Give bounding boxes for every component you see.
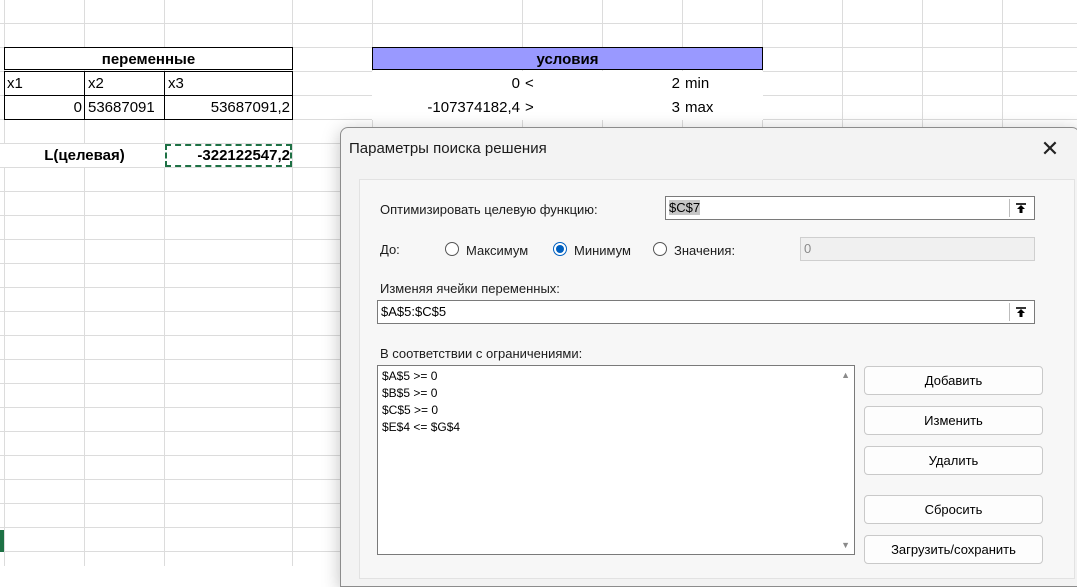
- var-label-x3[interactable]: x3: [165, 72, 292, 95]
- condition-sign[interactable]: >: [522, 96, 602, 119]
- constraint-item[interactable]: $B$5 >= 0: [378, 385, 854, 402]
- delete-button[interactable]: Удалить: [864, 446, 1043, 475]
- objective-cell-input[interactable]: $C$7: [665, 196, 1035, 220]
- collapse-dialog-button[interactable]: [1009, 303, 1032, 321]
- constraints-list[interactable]: $A$5 >= 0 $B$5 >= 0 $C$5 >= 0 $E$4 <= $G…: [377, 365, 855, 555]
- var-value-x2[interactable]: 53687091: [85, 96, 164, 119]
- upload-arrow-icon: [1016, 307, 1026, 317]
- radio-value-label[interactable]: Значения:: [674, 243, 735, 258]
- objective-field-label: Оптимизировать целевую функцию:: [380, 202, 598, 217]
- condition-label[interactable]: min: [682, 72, 762, 95]
- close-icon[interactable]: ✕: [1035, 136, 1065, 162]
- collapse-dialog-button[interactable]: [1009, 199, 1032, 217]
- radio-min[interactable]: [553, 242, 567, 256]
- conditions-header[interactable]: условия: [372, 47, 763, 70]
- constraints-label: В соответствии с ограничениями:: [380, 346, 583, 361]
- solver-dialog: Параметры поиска решения ✕ Оптимизироват…: [340, 127, 1077, 587]
- scroll-up-icon[interactable]: ▲: [841, 370, 850, 380]
- objective-cell-text: $C$7: [669, 200, 701, 215]
- dialog-title: Параметры поиска решения: [349, 140, 547, 157]
- add-button[interactable]: Добавить: [864, 366, 1043, 395]
- var-value-x1[interactable]: 0: [4, 96, 84, 119]
- condition-sign[interactable]: <: [522, 72, 602, 95]
- constraint-item[interactable]: $A$5 >= 0: [378, 368, 854, 385]
- var-label-x2[interactable]: x2: [85, 72, 164, 95]
- condition-bound[interactable]: 2: [602, 72, 682, 95]
- grid-line: [0, 23, 1077, 24]
- var-value-x3[interactable]: 53687091,2: [165, 96, 292, 119]
- to-label: До:: [380, 242, 400, 257]
- scroll-down-icon[interactable]: ▼: [841, 540, 850, 550]
- var-label-x1[interactable]: x1: [4, 72, 84, 95]
- load-save-button[interactable]: Загрузить/сохранить: [864, 535, 1043, 564]
- condition-bound[interactable]: 3: [602, 96, 682, 119]
- condition-value[interactable]: -107374182,4: [372, 96, 522, 119]
- radio-value[interactable]: [653, 242, 667, 256]
- condition-value[interactable]: 0: [372, 72, 522, 95]
- constraint-item[interactable]: $C$5 >= 0: [378, 402, 854, 419]
- objective-label[interactable]: L(целевая): [4, 144, 165, 167]
- condition-label[interactable]: max: [682, 96, 762, 119]
- changing-cells-input[interactable]: $A$5:$C$5: [377, 300, 1035, 324]
- radio-max-label[interactable]: Максимум: [466, 243, 528, 258]
- changing-cells-label: Изменяя ячейки переменных:: [380, 281, 560, 296]
- upload-arrow-icon: [1016, 203, 1026, 213]
- reset-button[interactable]: Сбросить: [864, 495, 1043, 524]
- variables-header[interactable]: переменные: [4, 47, 293, 70]
- changing-cells-text: $A$5:$C$5: [381, 304, 447, 319]
- row-selection-marker: [0, 530, 4, 552]
- dialog-panel: Оптимизировать целевую функцию: $C$7 До:…: [359, 179, 1075, 579]
- radio-max[interactable]: [445, 242, 459, 256]
- constraint-item[interactable]: $E$4 <= $G$4: [378, 419, 854, 436]
- copy-selection-marquee: [165, 144, 292, 167]
- radio-min-label[interactable]: Минимум: [574, 243, 631, 258]
- value-input[interactable]: 0: [800, 237, 1035, 261]
- change-button[interactable]: Изменить: [864, 406, 1043, 435]
